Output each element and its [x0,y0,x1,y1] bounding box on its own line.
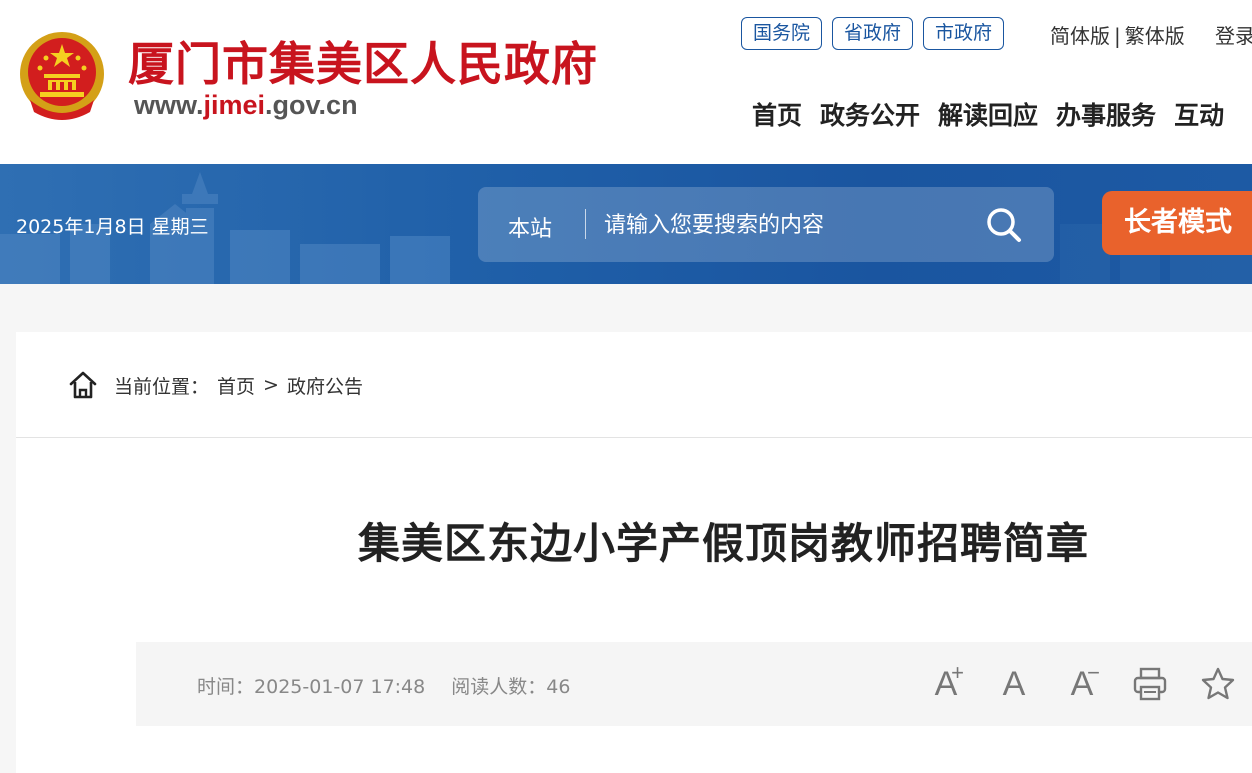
publish-time-value: 2025-01-07 17:48 [254,676,426,698]
gov-link-state-council[interactable]: 国务院 [741,17,823,50]
article-container: 当前位置： 首页 > 政府公告 集美区东边小学产假顶岗教师招聘简章 时间：202… [16,332,1252,773]
read-count-value: 46 [546,676,571,698]
breadcrumb-current[interactable]: 政府公告 [287,372,363,399]
font-smaller-icon[interactable]: A − [1062,660,1102,706]
nav-item-interaction[interactable]: 互动 [1174,96,1224,132]
nav-item-services[interactable]: 办事服务 [1056,96,1156,132]
favorite-star-icon[interactable] [1198,662,1238,706]
nav-item-interpretation[interactable]: 解读回应 [938,96,1038,132]
font-default-icon[interactable]: A [994,662,1034,706]
site-url-suffix: .gov.cn [265,90,358,120]
elder-mode-button[interactable]: 长者模式 [1102,191,1252,255]
star-glyph [1201,667,1235,700]
nav-item-home[interactable]: 首页 [752,96,802,132]
national-emblem-icon[interactable] [16,28,108,124]
breadcrumb-home[interactable]: 首页 [217,372,255,399]
site-header: 厦门市集美区人民政府 www.jimei.gov.cn 国务院 省政府 市政府 … [0,0,1252,164]
print-icon[interactable] [1130,662,1170,706]
article-title: 集美区东边小学产假顶岗教师招聘简章 [358,519,1090,568]
home-icon[interactable] [68,370,98,400]
print-glyph [1133,667,1167,701]
lang-traditional-link[interactable]: 繁体版 [1125,24,1185,48]
site-url[interactable]: www.jimei.gov.cn [134,90,358,121]
gov-link-province[interactable]: 省政府 [832,17,914,50]
login-link[interactable]: 登录 [1215,20,1252,49]
publish-time-label: 时间： [197,676,255,698]
breadcrumb: 当前位置： 首页 > 政府公告 [68,370,363,400]
search-input[interactable] [604,205,964,245]
nav-item-gov-affairs[interactable]: 政务公开 [820,96,920,132]
font-larger-icon[interactable]: A + [926,660,966,706]
breadcrumb-separator: > [263,374,279,396]
banner: 2025年1月8日 星期三 本站 长者模式 [0,164,1252,284]
lang-simplified-link[interactable]: 简体版 [1050,24,1110,48]
gov-links: 国务院 省政府 市政府 [741,17,1005,50]
language-switch: 简体版 | 繁体版 [1050,20,1185,49]
site-url-prefix: www. [134,90,204,120]
breadcrumb-label: 当前位置： [114,375,210,398]
search-icon[interactable] [984,205,1024,245]
article-tools: A + A A − [926,660,1238,706]
font-larger-mark: + [951,660,964,685]
font-smaller-mark: − [1087,660,1100,685]
site-title[interactable]: 厦门市集美区人民政府 [128,28,598,94]
breadcrumb-divider [16,437,1252,438]
search-scope-select[interactable]: 本站 [508,211,552,243]
search-box: 本站 [478,187,1054,262]
current-date: 2025年1月8日 星期三 [16,216,209,238]
lang-separator: | [1114,24,1121,48]
article-meta-bar: 时间：2025-01-07 17:48 阅读人数：46 A + A A − [136,642,1252,726]
search-divider [585,209,586,239]
article-meta: 时间：2025-01-07 17:48 阅读人数：46 [197,672,570,699]
gov-link-city[interactable]: 市政府 [923,17,1005,50]
main-nav: 首页 政务公开 解读回应 办事服务 互动 [752,96,1224,132]
read-count-label: 阅读人数： [451,676,547,698]
font-default-letter: A [1002,664,1026,703]
site-url-highlight: jimei [203,90,266,120]
